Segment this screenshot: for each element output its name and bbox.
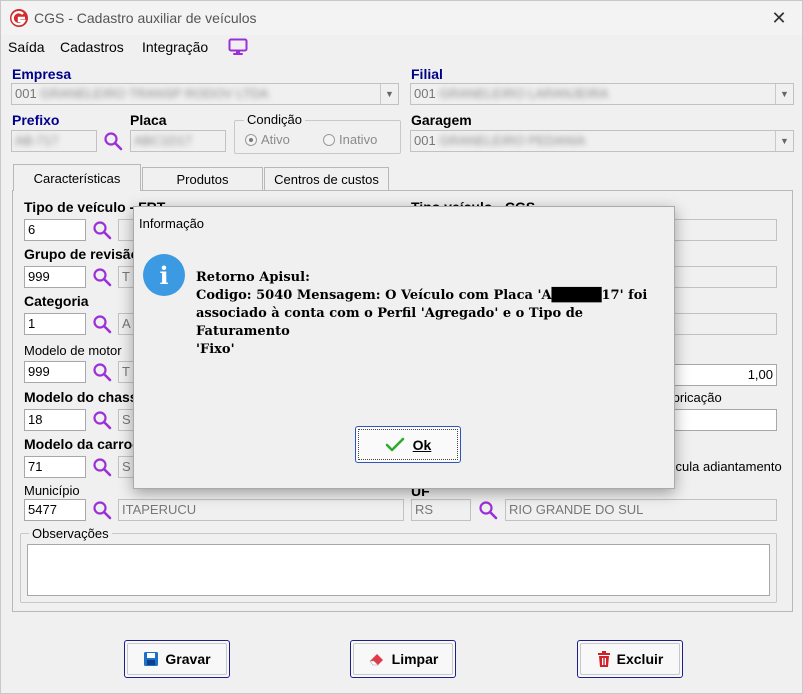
dialog-message: Retorno Apisul: Codigo: 5040 Mensagem: O… (196, 269, 666, 359)
search-icon[interactable] (478, 500, 498, 520)
limpar-button[interactable]: Limpar (350, 640, 456, 678)
grupo-revisao-input[interactable]: 999 (24, 266, 86, 288)
search-icon[interactable] (92, 410, 112, 430)
info-icon: i (143, 254, 185, 296)
close-icon: ✕ (771, 7, 787, 28)
monitor-icon[interactable] (228, 38, 248, 56)
excluir-button[interactable]: Excluir (577, 640, 683, 678)
garagem-name: GRANELEIRO PEDANIA (439, 133, 586, 148)
dialog-title: Informação (139, 216, 205, 231)
municipio-input[interactable]: 5477 (24, 499, 86, 521)
modelo-motor-input[interactable]: 999 (24, 361, 86, 383)
municipio-label: Município (24, 483, 80, 498)
inativo-label: Inativo (339, 132, 378, 147)
dialog-body: i Retorno Apisul: Codigo: 5040 Mensagem:… (134, 241, 674, 488)
placa-value: ABC1D17 (134, 133, 192, 148)
search-icon[interactable] (92, 500, 112, 520)
condicao-label: Condição (244, 112, 305, 127)
prefixo-label: Prefixo (12, 112, 60, 128)
cgs-logo-icon (10, 9, 28, 27)
window-title: CGS - Cadastro auxiliar de veículos (34, 10, 257, 26)
empresa-combo[interactable]: 001 GRANELEIRO TRANSP RODOV LTDA ▼ (11, 83, 399, 105)
ativo-label: Ativo (261, 132, 290, 147)
search-icon[interactable] (92, 267, 112, 287)
empresa-name: GRANELEIRO TRANSP RODOV LTDA (40, 86, 269, 101)
modelo-chassi-input[interactable]: 18 (24, 409, 86, 431)
title-bar: CGS - Cadastro auxiliar de veículos ✕ (1, 1, 802, 35)
menu-integracao[interactable]: Integração (142, 39, 208, 55)
main-window: CGS - Cadastro auxiliar de veículos ✕ Sa… (0, 0, 803, 694)
tab-centros-de-custos[interactable]: Centros de custos (264, 167, 389, 191)
inativo-radio[interactable]: Inativo (323, 132, 377, 147)
menu-bar: Saída Cadastros Integração (1, 35, 802, 59)
filial-name: GRANELEIRO LARANJEIRA (439, 86, 609, 101)
empresa-code: 001 (15, 86, 37, 101)
radio-unselected-icon (323, 133, 335, 146)
placa-input[interactable]: ABC1D17 (130, 130, 226, 152)
placa-label: Placa (130, 112, 167, 128)
grupo-revisao-label: Grupo de revisão (24, 246, 140, 262)
modelo-chassi-label: Modelo do chassi (24, 389, 142, 405)
tab-caracteristicas[interactable]: Características (13, 164, 141, 191)
message-line-2: Codigo: 5040 Mensagem: O Veículo com Pla… (196, 288, 648, 303)
filial-combo[interactable]: 001 GRANELEIRO LARANJEIRA ▼ (410, 83, 794, 105)
tab-produtos[interactable]: Produtos (142, 167, 263, 191)
message-line-1: Retorno Apisul: (196, 270, 310, 285)
modelo-carroceria-input[interactable]: 71 (24, 456, 86, 478)
search-icon[interactable] (92, 457, 112, 477)
search-icon[interactable] (92, 314, 112, 334)
empresa-label: Empresa (12, 66, 72, 82)
prefixo-input[interactable]: AB-717 (11, 130, 97, 152)
filial-code: 001 (414, 86, 436, 101)
gravar-button[interactable]: Gravar (124, 640, 230, 678)
garagem-label: Garagem (411, 112, 472, 128)
municipio-name: ITAPERUCU (118, 499, 404, 521)
garagem-code: 001 (414, 133, 436, 148)
uf-input[interactable]: RS (411, 499, 471, 521)
search-icon[interactable] (92, 220, 112, 240)
search-icon[interactable] (92, 362, 112, 382)
chevron-down-icon[interactable]: ▼ (775, 84, 793, 104)
chevron-down-icon[interactable]: ▼ (775, 131, 793, 151)
observacoes-textarea[interactable] (27, 544, 770, 596)
garagem-combo[interactable]: 001 GRANELEIRO PEDANIA ▼ (410, 130, 794, 152)
tipo-veiculo-input[interactable]: 6 (24, 219, 86, 241)
close-window-button[interactable]: ✕ (756, 1, 802, 35)
radio-selected-icon (245, 133, 257, 146)
menu-cadastros[interactable]: Cadastros (60, 39, 124, 55)
modelo-motor-label: Modelo de motor (24, 343, 122, 358)
message-line-4: 'Fixo' (196, 342, 235, 357)
categoria-label: Categoria (24, 293, 89, 309)
menu-saida[interactable]: Saída (8, 39, 45, 55)
message-line-3: associado à conta com o Perfil 'Agregado… (196, 306, 584, 339)
observacoes-label: Observações (29, 526, 112, 541)
search-icon[interactable] (103, 131, 123, 151)
filial-label: Filial (411, 66, 443, 82)
ok-button[interactable]: Ok (355, 426, 461, 463)
uf-name: RIO GRANDE DO SUL (505, 499, 777, 521)
prefixo-value: AB-717 (15, 133, 59, 148)
ativo-radio[interactable]: Ativo (245, 132, 290, 147)
info-dialog: Informação i Retorno Apisul: Codigo: 504… (133, 206, 675, 489)
chevron-down-icon[interactable]: ▼ (380, 84, 398, 104)
categoria-input[interactable]: 1 (24, 313, 86, 335)
